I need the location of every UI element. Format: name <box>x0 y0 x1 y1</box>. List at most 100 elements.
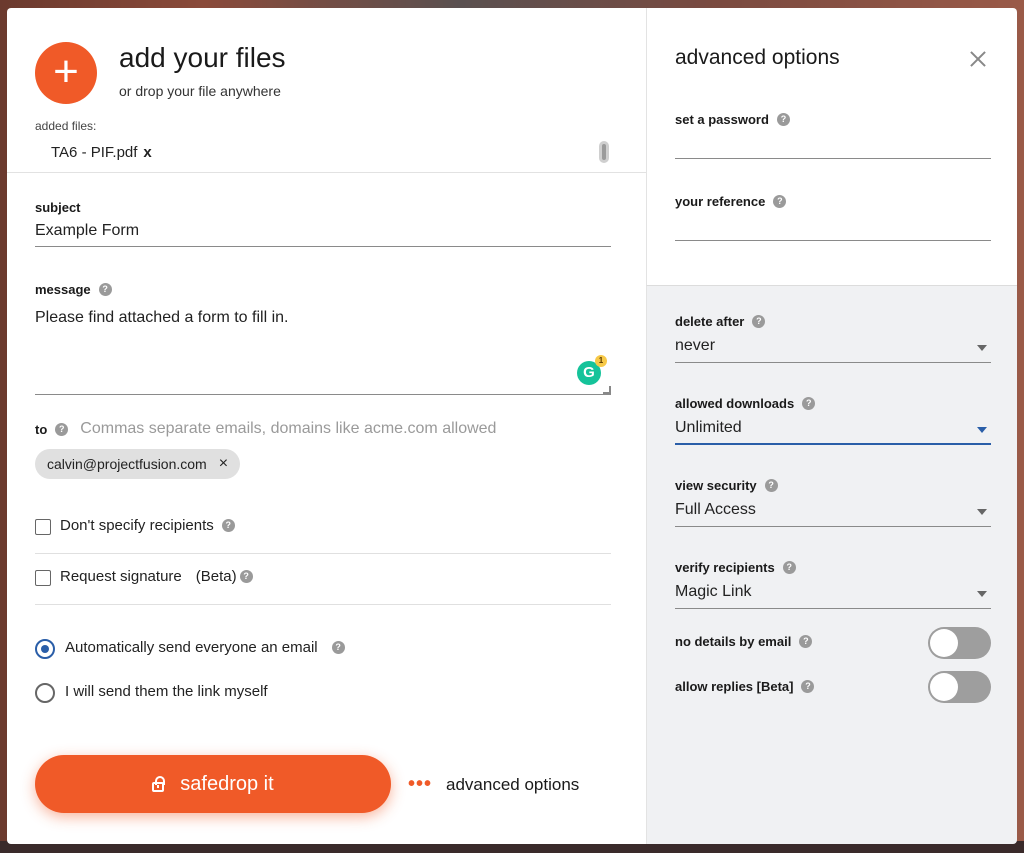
dont-specify-row: Don't specify recipients? <box>60 517 235 534</box>
auto-send-row: Automatically send everyone an email? <box>65 639 345 656</box>
password-label-row: set a password? <box>675 111 790 129</box>
allowed-downloads-label-row: allowed downloads? <box>675 395 816 413</box>
request-signature-label: Request signature <box>60 568 182 585</box>
more-dots-icon: ••• <box>408 773 433 795</box>
add-files-title: add your files <box>119 42 286 73</box>
verify-recipients-underline <box>675 608 991 609</box>
delete-after-value: never <box>675 337 716 354</box>
message-label: message <box>35 282 91 297</box>
view-security-label: view security <box>675 478 757 493</box>
advanced-options-link-label: advanced options <box>446 774 580 794</box>
auto-send-radio[interactable] <box>35 639 55 659</box>
help-icon[interactable]: ? <box>98 283 112 297</box>
help-icon[interactable]: ? <box>773 195 787 209</box>
added-files-label: added files: <box>35 119 97 133</box>
to-row: to? Commas separate emails, domains like … <box>35 420 496 438</box>
resize-handle-icon[interactable] <box>603 386 611 394</box>
view-security-underline <box>675 526 991 527</box>
divider <box>35 604 611 605</box>
verify-recipients-label-row: verify recipients? <box>675 559 796 577</box>
request-signature-checkbox[interactable] <box>35 570 51 586</box>
message-textarea[interactable]: Please find attached a form to fill in. <box>35 309 288 327</box>
no-details-toggle[interactable] <box>928 627 991 659</box>
advanced-settings-panel: delete after? never allowed downloads? U… <box>646 285 1017 844</box>
safedrop-button[interactable]: safedrop it <box>35 755 391 813</box>
to-input[interactable]: Commas separate emails, domains like acm… <box>80 420 496 438</box>
help-icon[interactable]: ? <box>55 422 69 436</box>
message-label-row: message? <box>35 281 112 299</box>
allow-replies-label: allow replies [Beta] <box>675 679 794 694</box>
upload-form-panel: + add your files or drop your file anywh… <box>7 8 646 844</box>
help-icon[interactable]: ? <box>782 561 796 575</box>
help-icon[interactable]: ? <box>221 519 235 532</box>
verify-recipients-value: Magic Link <box>675 583 752 600</box>
help-icon[interactable]: ? <box>776 113 790 127</box>
reference-input[interactable] <box>675 218 991 240</box>
file-list-scrollbar[interactable] <box>599 141 609 163</box>
password-label: set a password <box>675 112 769 127</box>
manual-send-radio[interactable] <box>35 683 55 703</box>
subject-label: subject <box>35 200 81 215</box>
view-security-label-row: view security? <box>675 477 778 495</box>
subject-input[interactable]: Example Form <box>35 222 139 240</box>
allowed-downloads-select[interactable]: Unlimited <box>675 419 991 443</box>
close-icon[interactable] <box>967 48 989 70</box>
safedrop-label: safedrop it <box>180 772 274 795</box>
divider <box>7 172 646 173</box>
verify-recipients-select[interactable]: Magic Link <box>675 583 991 607</box>
drop-hint: or drop your file anywhere <box>119 83 281 99</box>
help-icon[interactable]: ? <box>331 641 345 654</box>
reference-underline <box>675 240 991 241</box>
remove-file-button[interactable]: x <box>143 144 151 161</box>
delete-after-select[interactable]: never <box>675 337 991 361</box>
delete-after-label: delete after <box>675 314 745 329</box>
toggle-knob <box>930 629 958 657</box>
file-name: TA6 - PIF.pdf <box>51 144 138 161</box>
help-icon[interactable]: ? <box>239 570 253 583</box>
delete-after-label-row: delete after? <box>675 313 766 331</box>
chevron-down-icon <box>977 427 987 433</box>
no-details-label-row: no details by email? <box>675 633 813 651</box>
to-label: to <box>35 421 48 437</box>
chevron-down-icon <box>977 591 987 597</box>
help-icon[interactable]: ? <box>752 315 766 329</box>
toggle-knob <box>930 673 958 701</box>
verify-recipients-label: verify recipients <box>675 560 775 575</box>
grammarly-icon[interactable]: G 1 <box>577 355 607 385</box>
auto-send-label: Automatically send everyone an email <box>65 639 318 656</box>
allowed-downloads-value: Unlimited <box>675 419 742 436</box>
file-list-item: TA6 - PIF.pdf x <box>51 144 152 161</box>
dont-specify-label: Don't specify recipients <box>60 517 214 534</box>
allow-replies-toggle[interactable] <box>928 671 991 703</box>
remove-recipient-icon[interactable]: × <box>219 449 228 479</box>
help-icon[interactable]: ? <box>802 397 816 411</box>
add-files-button[interactable]: + <box>35 42 97 104</box>
grammarly-count-badge: 1 <box>595 355 607 367</box>
password-input[interactable] <box>675 136 991 158</box>
view-security-value: Full Access <box>675 501 756 518</box>
advanced-options-link[interactable]: ••• advanced options <box>408 773 579 796</box>
reference-label-row: your reference? <box>675 193 787 211</box>
allow-replies-label-row: allow replies [Beta]? <box>675 678 815 696</box>
chevron-down-icon <box>977 345 987 351</box>
divider <box>35 553 611 554</box>
help-icon[interactable]: ? <box>801 680 815 694</box>
help-icon[interactable]: ? <box>799 635 813 649</box>
subject-underline <box>35 246 611 247</box>
help-icon[interactable]: ? <box>764 479 778 493</box>
delete-after-underline <box>675 362 991 363</box>
advanced-options-title: advanced options <box>675 46 840 69</box>
beta-tag: (Beta) <box>195 568 237 585</box>
scrollbar-thumb[interactable] <box>602 144 606 160</box>
lock-icon <box>152 775 166 792</box>
dont-specify-checkbox[interactable] <box>35 519 51 535</box>
grammarly-letter: G <box>583 364 595 381</box>
reference-label: your reference <box>675 194 766 209</box>
manual-send-label: I will send them the link myself <box>65 683 268 700</box>
no-details-label: no details by email <box>675 634 792 649</box>
view-security-select[interactable]: Full Access <box>675 501 991 525</box>
advanced-options-panel: advanced options set a password? your re… <box>646 8 1017 285</box>
request-signature-row: Request signature (Beta)? <box>60 568 253 585</box>
message-underline <box>35 394 611 395</box>
allowed-downloads-label: allowed downloads <box>675 396 795 411</box>
